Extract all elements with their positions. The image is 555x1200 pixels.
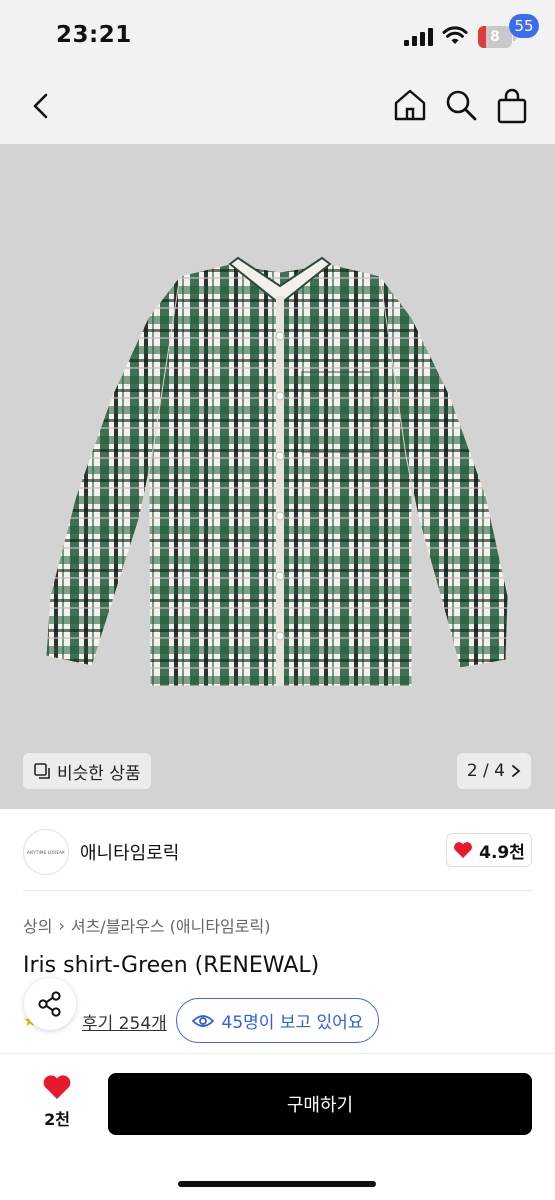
home-icon[interactable] bbox=[392, 87, 428, 123]
cart-count-badge: 55 bbox=[509, 14, 539, 38]
seller-like-chip[interactable]: 4.9천 bbox=[446, 833, 532, 867]
breadcrumb: 상의 › 셔츠/블라우스 (애니타임로릭) bbox=[23, 913, 270, 937]
top-nav-bar bbox=[0, 70, 555, 144]
image-page-indicator[interactable]: 2 / 4 bbox=[456, 753, 531, 789]
battery-level: 8 bbox=[490, 29, 500, 45]
wifi-icon bbox=[442, 26, 468, 44]
share-button[interactable] bbox=[24, 978, 76, 1030]
eye-icon bbox=[191, 1014, 214, 1027]
seller-row[interactable]: ANYTIME LOREAK 애니타임로릭 4.9천 bbox=[0, 809, 555, 891]
product-image bbox=[45, 256, 509, 687]
seller-avatar[interactable]: ANYTIME LOREAK bbox=[23, 829, 69, 875]
breadcrumb-item[interactable]: 셔츠/블라우스 (애니타임로릭) bbox=[71, 913, 271, 937]
divider bbox=[23, 890, 532, 891]
similar-items-button[interactable]: 비슷한 상품 bbox=[23, 753, 151, 789]
signal-icon bbox=[404, 28, 434, 46]
like-count: 2천 bbox=[44, 1110, 70, 1129]
buy-button[interactable]: 구매하기 bbox=[108, 1073, 532, 1135]
product-title: Iris shirt-Green (RENEWAL) bbox=[23, 953, 320, 978]
breadcrumb-item[interactable]: 상의 bbox=[23, 913, 52, 937]
shopping-bag-icon[interactable] bbox=[494, 87, 534, 127]
viewers-label: 45명이 보고 있어요 bbox=[221, 1013, 364, 1033]
home-indicator bbox=[178, 1181, 376, 1187]
like-button[interactable]: 2천 bbox=[32, 1074, 82, 1130]
seller-like-count: 4.9천 bbox=[479, 842, 525, 863]
search-icon[interactable] bbox=[443, 87, 479, 123]
status-bar: 23:21 8 bbox=[0, 0, 555, 70]
seller-name[interactable]: 애니타임로릭 bbox=[80, 839, 179, 865]
heart-icon bbox=[454, 842, 473, 858]
page-indicator-label: 2 / 4 bbox=[466, 761, 505, 781]
chevron-right-icon: › bbox=[58, 915, 65, 935]
copy-icon bbox=[34, 763, 50, 779]
chevron-right-icon bbox=[512, 765, 521, 777]
viewers-pill: 45명이 보고 있어요 bbox=[176, 998, 379, 1043]
bottom-action-bar: 2천 구매하기 bbox=[0, 1053, 555, 1200]
review-count-link[interactable]: 후기 254개 bbox=[82, 1009, 167, 1034]
chevron-left-icon[interactable] bbox=[26, 86, 56, 126]
share-icon bbox=[38, 991, 61, 1017]
heart-icon bbox=[43, 1075, 71, 1099]
product-image-gallery[interactable]: 비슷한 상품 2 / 4 bbox=[0, 144, 555, 809]
seller-avatar-text: ANYTIME LOREAK bbox=[27, 849, 65, 855]
similar-items-label: 비슷한 상품 bbox=[57, 763, 141, 784]
status-time: 23:21 bbox=[56, 22, 132, 48]
